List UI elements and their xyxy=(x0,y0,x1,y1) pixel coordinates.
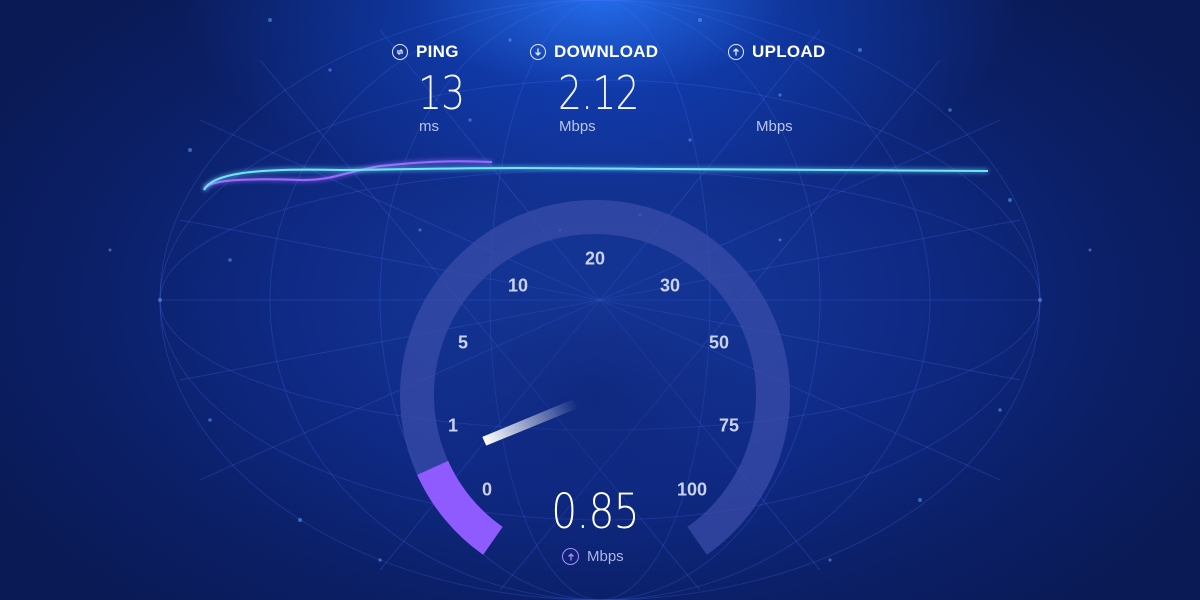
gauge-label-100: 100 xyxy=(676,479,708,500)
gauge-label-0: 0 xyxy=(481,479,493,500)
gauge-label-10: 10 xyxy=(507,275,529,296)
gauge-label-30: 30 xyxy=(659,275,681,296)
current-speed-value: 0.85 xyxy=(551,484,639,540)
upload-arrow-icon xyxy=(562,548,579,565)
gauge-label-1: 1 xyxy=(447,415,459,436)
speedtest-screen: PING 13 ms DOWNLOAD 2.12 Mbps UPLOAD Mbp… xyxy=(0,0,1200,600)
current-speed-unit-row: Mbps xyxy=(562,548,624,565)
gauge-label-20: 20 xyxy=(584,248,606,269)
gauge-label-75: 75 xyxy=(718,415,740,436)
current-speed-unit: Mbps xyxy=(587,548,624,565)
gauge-label-50: 50 xyxy=(708,332,730,353)
gauge-label-5: 5 xyxy=(457,332,469,353)
